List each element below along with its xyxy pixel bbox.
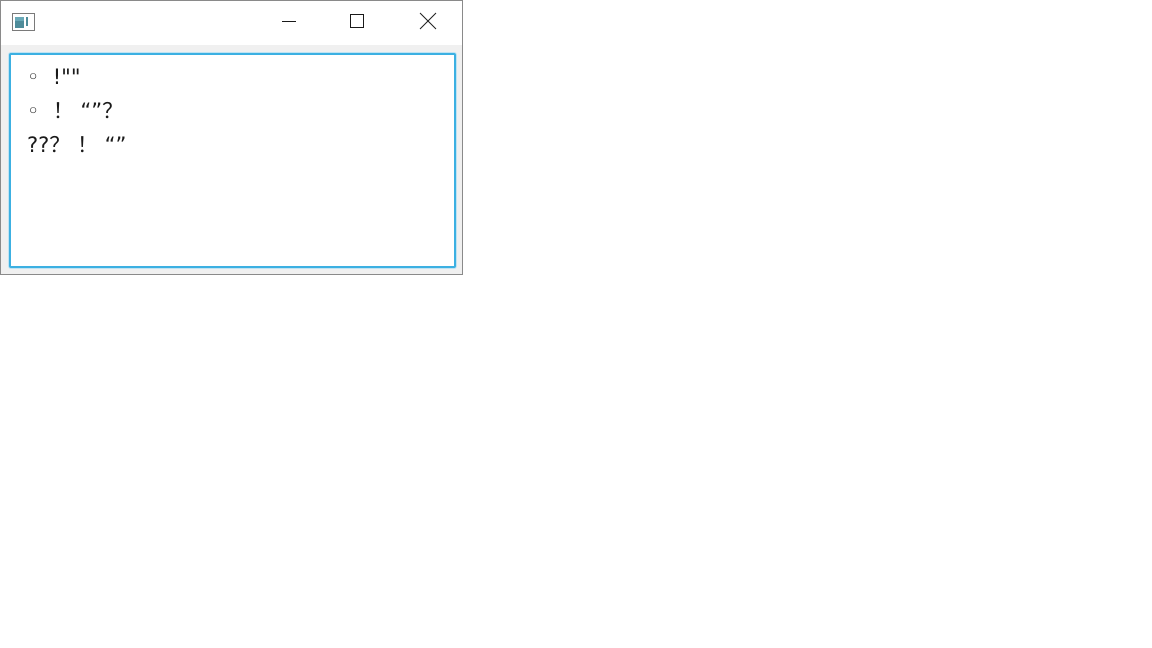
- app-window: ◦ !"" ◦ ！ “”？ ??？ ！ “”: [0, 0, 463, 275]
- maximize-icon: [349, 13, 365, 33]
- text-line-1: ◦ !"": [27, 65, 81, 89]
- title-bar[interactable]: [1, 1, 462, 45]
- app-icon[interactable]: [12, 13, 35, 31]
- text-line-2: ◦ ！ “”？: [27, 99, 124, 123]
- text-line-3: ??？ ！ “”: [27, 133, 127, 157]
- text-area[interactable]: ◦ !"" ◦ ！ “”？ ??？ ！ “”: [9, 53, 456, 268]
- minimize-icon: [281, 13, 297, 33]
- maximize-button[interactable]: [323, 1, 391, 45]
- minimize-button[interactable]: [255, 1, 323, 45]
- close-button[interactable]: [394, 1, 462, 45]
- close-icon: [419, 12, 437, 34]
